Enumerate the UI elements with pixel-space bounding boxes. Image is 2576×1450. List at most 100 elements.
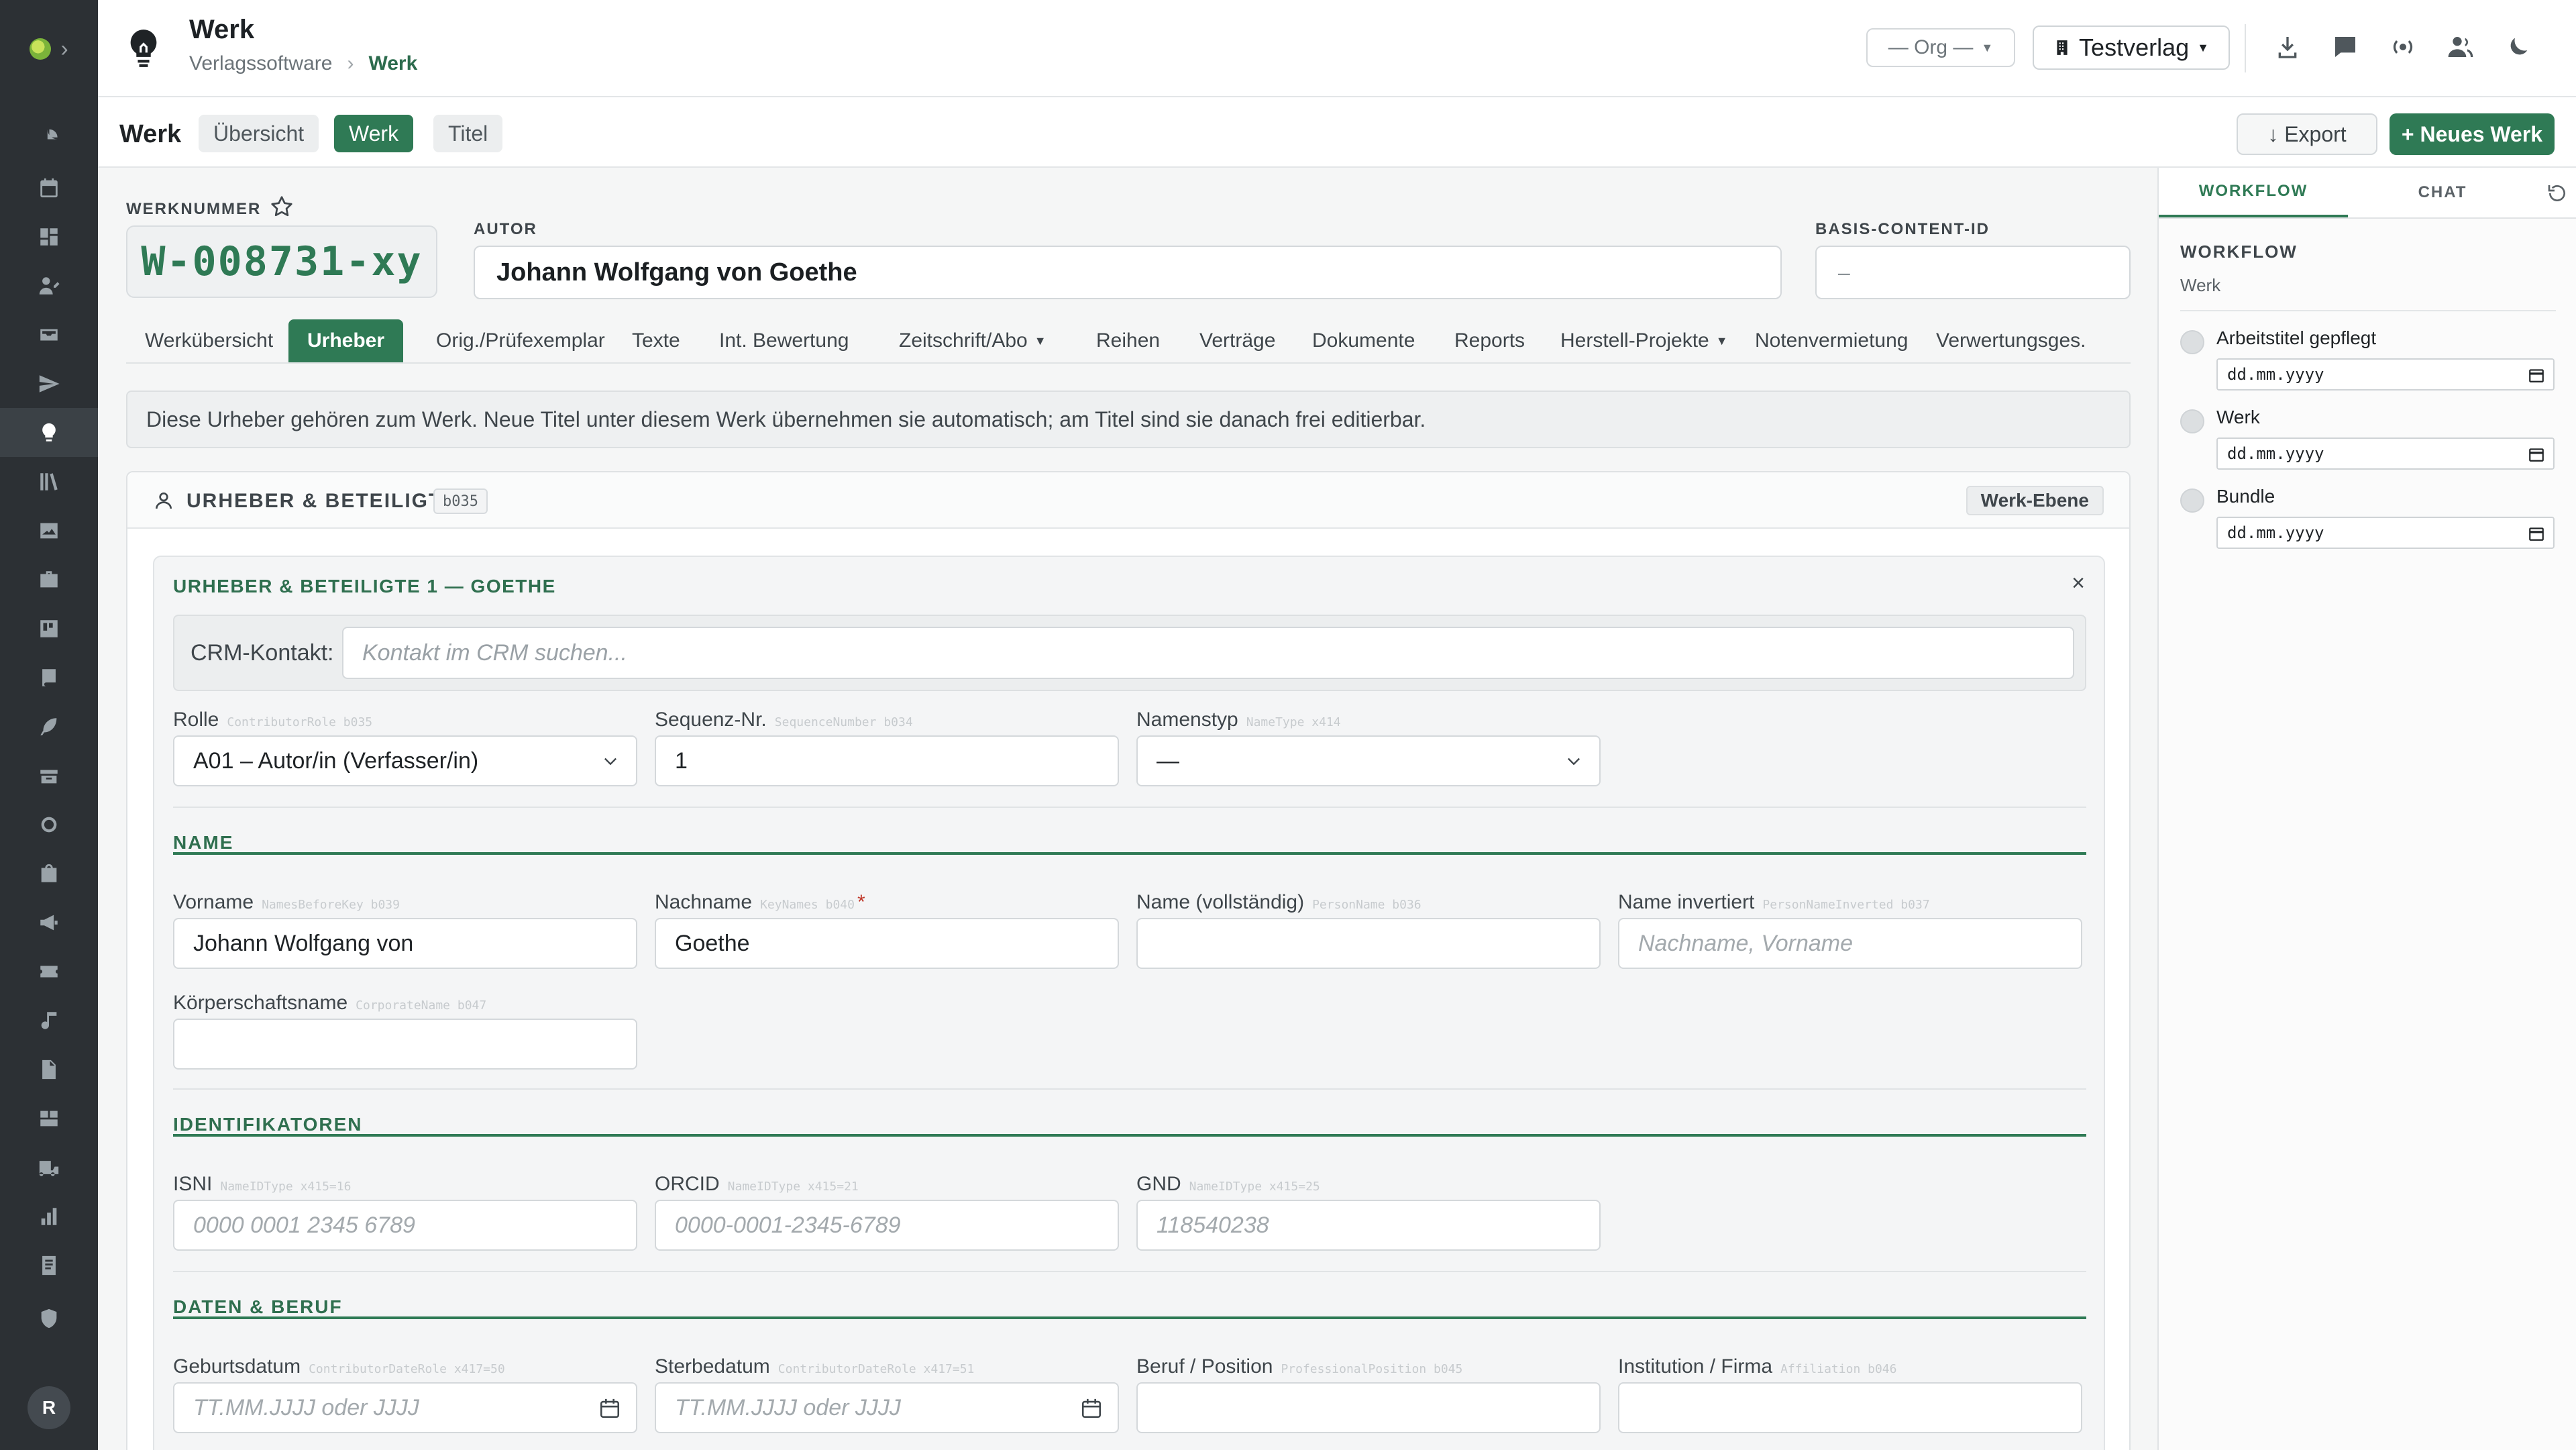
sidebar-item-dashboard[interactable] bbox=[0, 114, 98, 163]
isni-input[interactable]: 0000 0001 2345 6789 bbox=[173, 1200, 637, 1251]
tab-dokumente[interactable]: Dokumente bbox=[1293, 319, 1434, 362]
koerperschaft-input[interactable] bbox=[173, 1019, 637, 1070]
calendar-icon[interactable] bbox=[1080, 1397, 1103, 1420]
tab-titel[interactable]: Titel bbox=[433, 115, 503, 152]
sidebar-header[interactable]: › bbox=[0, 0, 98, 98]
gnd-input[interactable]: 118540238 bbox=[1136, 1200, 1601, 1251]
download-icon bbox=[2278, 37, 2297, 58]
workflow-step-date[interactable]: dd.mm.yyyy bbox=[2216, 358, 2555, 391]
new-work-button[interactable]: + Neues Werk bbox=[2390, 113, 2555, 155]
panel-tabs: WORKFLOW CHAT bbox=[2159, 168, 2576, 219]
close-icon[interactable]: × bbox=[2072, 570, 2085, 597]
sequenz-input[interactable]: 1 bbox=[655, 735, 1119, 786]
sidebar-item-shipping[interactable] bbox=[0, 1143, 98, 1192]
chevron-right-icon[interactable]: › bbox=[60, 38, 68, 60]
beruf-input[interactable] bbox=[1136, 1382, 1601, 1433]
sidebar-item-docs[interactable] bbox=[0, 1241, 98, 1290]
sidebar-item-board[interactable] bbox=[0, 212, 98, 261]
publisher-select[interactable]: Testverlag ▼ bbox=[2033, 25, 2230, 70]
tab-texte[interactable]: Texte bbox=[613, 319, 699, 362]
institution-input[interactable] bbox=[1618, 1382, 2082, 1433]
vorname-input[interactable]: Johann Wolfgang von bbox=[173, 918, 637, 969]
tab-reihen[interactable]: Reihen bbox=[1077, 319, 1179, 362]
export-button[interactable]: ↓ Export bbox=[2237, 113, 2377, 155]
sidebar-item-mail[interactable] bbox=[0, 310, 98, 359]
autor-field[interactable]: Johann Wolfgang von Goethe bbox=[474, 246, 1782, 299]
org-select[interactable]: — Org — ▼ bbox=[1866, 28, 2015, 67]
theme-toggle[interactable] bbox=[2502, 31, 2534, 63]
sidebar-item-briefcase[interactable] bbox=[0, 555, 98, 604]
tab-workflow[interactable]: WORKFLOW bbox=[2159, 168, 2348, 217]
autor-label: AUTOR bbox=[474, 220, 537, 238]
koerperschaft-label: Körperschaftsname CorporateName b047 bbox=[173, 992, 486, 1015]
tab-herstell-projekte[interactable]: Herstell-Projekte ▼ bbox=[1542, 319, 1747, 362]
sidebar-item-images[interactable] bbox=[0, 506, 98, 555]
broadcast-button[interactable] bbox=[2387, 31, 2419, 63]
messages-button[interactable] bbox=[2329, 31, 2361, 63]
image-icon bbox=[40, 523, 58, 538]
tab-vertraege[interactable]: Verträge bbox=[1181, 319, 1294, 362]
user-avatar[interactable]: R bbox=[28, 1386, 70, 1429]
calendar-icon[interactable] bbox=[2528, 446, 2545, 463]
tab-zeitschrift-abo[interactable]: Zeitschrift/Abo ▼ bbox=[880, 319, 1065, 362]
document-icon bbox=[42, 1255, 56, 1275]
sidebar-item-circle[interactable] bbox=[0, 800, 98, 849]
sterbedatum-input[interactable]: TT.MM.JJJJ oder JJJJ bbox=[655, 1382, 1119, 1433]
tab-chat[interactable]: CHAT bbox=[2348, 168, 2537, 217]
caret-down-icon: ▼ bbox=[1715, 333, 1728, 348]
workflow-step-date[interactable]: dd.mm.yyyy bbox=[2216, 437, 2555, 470]
reset-icon[interactable] bbox=[2546, 183, 2568, 204]
name-vollstaendig-input[interactable] bbox=[1136, 918, 1601, 969]
sidebar-item-ticket[interactable] bbox=[0, 947, 98, 996]
calendar-icon[interactable] bbox=[2528, 525, 2545, 542]
namenstyp-select[interactable]: — bbox=[1136, 735, 1601, 786]
workflow-step-status[interactable] bbox=[2180, 409, 2204, 433]
tab-werkuebersicht[interactable]: Werkübersicht bbox=[126, 319, 292, 362]
sidebar-item-print[interactable] bbox=[0, 653, 98, 702]
download-button[interactable] bbox=[2271, 31, 2304, 63]
werknummer-value: W-008731-xy bbox=[126, 225, 437, 298]
sidebar-item-stats[interactable] bbox=[0, 1192, 98, 1241]
tab-notenvermietung[interactable]: Notenvermietung bbox=[1736, 319, 1927, 362]
tab-urheber[interactable]: Urheber bbox=[288, 319, 404, 362]
sidebar-item-bag[interactable] bbox=[0, 849, 98, 898]
sidebar-item-marketing[interactable] bbox=[0, 898, 98, 947]
sidebar-item-feather[interactable] bbox=[0, 702, 98, 751]
breadcrumb-current[interactable]: Werk bbox=[368, 52, 417, 75]
sidebar-item-authors[interactable] bbox=[0, 261, 98, 310]
geburtsdatum-input[interactable]: TT.MM.JJJJ oder JJJJ bbox=[173, 1382, 637, 1433]
sidebar-item-kanban[interactable] bbox=[0, 604, 98, 653]
tab-werk[interactable]: Werk bbox=[334, 115, 414, 152]
calendar-icon[interactable] bbox=[2528, 366, 2545, 384]
tab-orig-pruefexemplar[interactable]: Orig./Prüfexemplar bbox=[417, 319, 624, 362]
name-invertiert-input[interactable]: Nachname, Vorname bbox=[1618, 918, 2082, 969]
tab-int-bewertung[interactable]: Int. Bewertung bbox=[700, 319, 867, 362]
sidebar-item-werk[interactable] bbox=[0, 408, 98, 457]
sidebar-item-warehouse[interactable] bbox=[0, 1094, 98, 1143]
sidebar-item-send[interactable] bbox=[0, 359, 98, 408]
workflow-step-date[interactable]: dd.mm.yyyy bbox=[2216, 517, 2555, 549]
top-header: Werk Verlagssoftware › Werk — Org — ▼ Tes… bbox=[98, 0, 2576, 97]
tab-reports[interactable]: Reports bbox=[1436, 319, 1544, 362]
tab-label: Herstell-Projekte bbox=[1560, 329, 1709, 352]
sidebar-item-library[interactable] bbox=[0, 457, 98, 506]
sidebar-item-security[interactable] bbox=[0, 1294, 98, 1343]
nachname-input[interactable]: Goethe bbox=[655, 918, 1119, 969]
sidebar-item-archive[interactable] bbox=[0, 751, 98, 800]
rolle-select[interactable]: A01 – Autor/in (Verfasser/in) bbox=[173, 735, 637, 786]
tab-uebersicht[interactable]: Übersicht bbox=[199, 115, 319, 152]
basis-content-id-field[interactable]: – bbox=[1815, 246, 2131, 299]
star-icon[interactable] bbox=[270, 195, 294, 219]
field-label: Sequenz-Nr. bbox=[655, 709, 767, 731]
calendar-icon[interactable] bbox=[598, 1397, 621, 1420]
orcid-input[interactable]: 0000-0001-2345-6789 bbox=[655, 1200, 1119, 1251]
tab-verwertungsges[interactable]: Verwertungsges. bbox=[1917, 319, 2104, 362]
workflow-step-status[interactable] bbox=[2180, 330, 2204, 354]
users-button[interactable] bbox=[2445, 31, 2477, 63]
breadcrumb-item[interactable]: Verlagssoftware bbox=[189, 52, 332, 75]
sidebar-item-music[interactable] bbox=[0, 996, 98, 1045]
sidebar-item-calendar[interactable] bbox=[0, 163, 98, 212]
crm-search-input[interactable]: Kontakt im CRM suchen... bbox=[342, 627, 2074, 679]
sidebar-item-file[interactable] bbox=[0, 1045, 98, 1094]
workflow-step-status[interactable] bbox=[2180, 488, 2204, 513]
